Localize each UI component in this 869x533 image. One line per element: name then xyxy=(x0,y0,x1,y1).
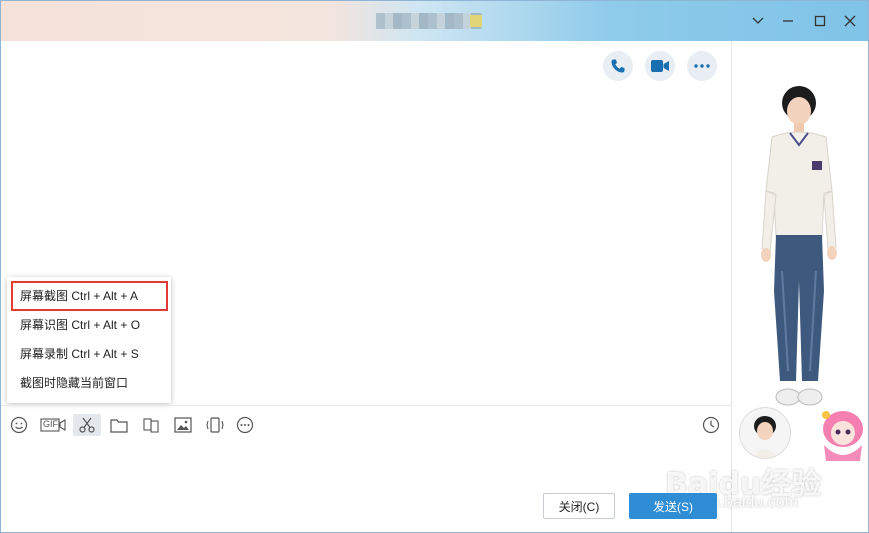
close-icon[interactable] xyxy=(839,11,861,31)
input-toolbar: GIF xyxy=(1,405,731,442)
ellipsis-icon xyxy=(694,64,710,68)
title-bar xyxy=(1,1,868,41)
chevron-down-icon[interactable] xyxy=(747,11,769,31)
video-camera-icon xyxy=(651,60,669,72)
send-button[interactable]: 发送(S) xyxy=(629,493,717,519)
scissors-icon[interactable] xyxy=(73,414,101,436)
avatar-character-illustration xyxy=(761,86,837,406)
folder-icon[interactable] xyxy=(107,414,131,436)
menu-item-screen-capture[interactable]: 屏幕截图 Ctrl + Alt + A xyxy=(7,282,171,311)
obscured-title xyxy=(376,13,482,29)
chat-window: 屏幕截图 Ctrl + Alt + A 屏幕识图 Ctrl + Alt + O … xyxy=(0,0,869,533)
gif-label: GIF xyxy=(43,419,58,429)
shake-icon[interactable] xyxy=(203,414,227,436)
more-circle-icon[interactable] xyxy=(233,414,257,436)
menu-item-hide-window-on-capture[interactable]: 截图时隐藏当前窗口 xyxy=(7,369,171,398)
maximize-icon[interactable] xyxy=(809,11,831,31)
more-options-button[interactable] xyxy=(687,51,717,81)
menu-item-screen-record[interactable]: 屏幕录制 Ctrl + Alt + S xyxy=(7,340,171,369)
phone-call-button[interactable] xyxy=(603,51,633,81)
pink-mascot-illustration xyxy=(822,411,863,461)
phone-icon xyxy=(611,59,625,73)
gif-icon[interactable]: GIF xyxy=(39,414,67,436)
screenshot-dropdown-menu: 屏幕截图 Ctrl + Alt + A 屏幕识图 Ctrl + Alt + O … xyxy=(7,277,171,403)
file-transfer-icon[interactable] xyxy=(139,414,163,436)
minimize-icon[interactable] xyxy=(777,11,799,31)
menu-item-screen-recognize[interactable]: 屏幕识图 Ctrl + Alt + O xyxy=(7,311,171,340)
smiley-icon[interactable] xyxy=(7,414,31,436)
close-button[interactable]: 关闭(C) xyxy=(543,493,615,519)
video-call-button[interactable] xyxy=(645,51,675,81)
image-icon[interactable] xyxy=(171,414,195,436)
small-avatar[interactable] xyxy=(739,407,791,459)
message-input[interactable] xyxy=(1,441,731,532)
history-clock-icon[interactable] xyxy=(699,414,723,436)
